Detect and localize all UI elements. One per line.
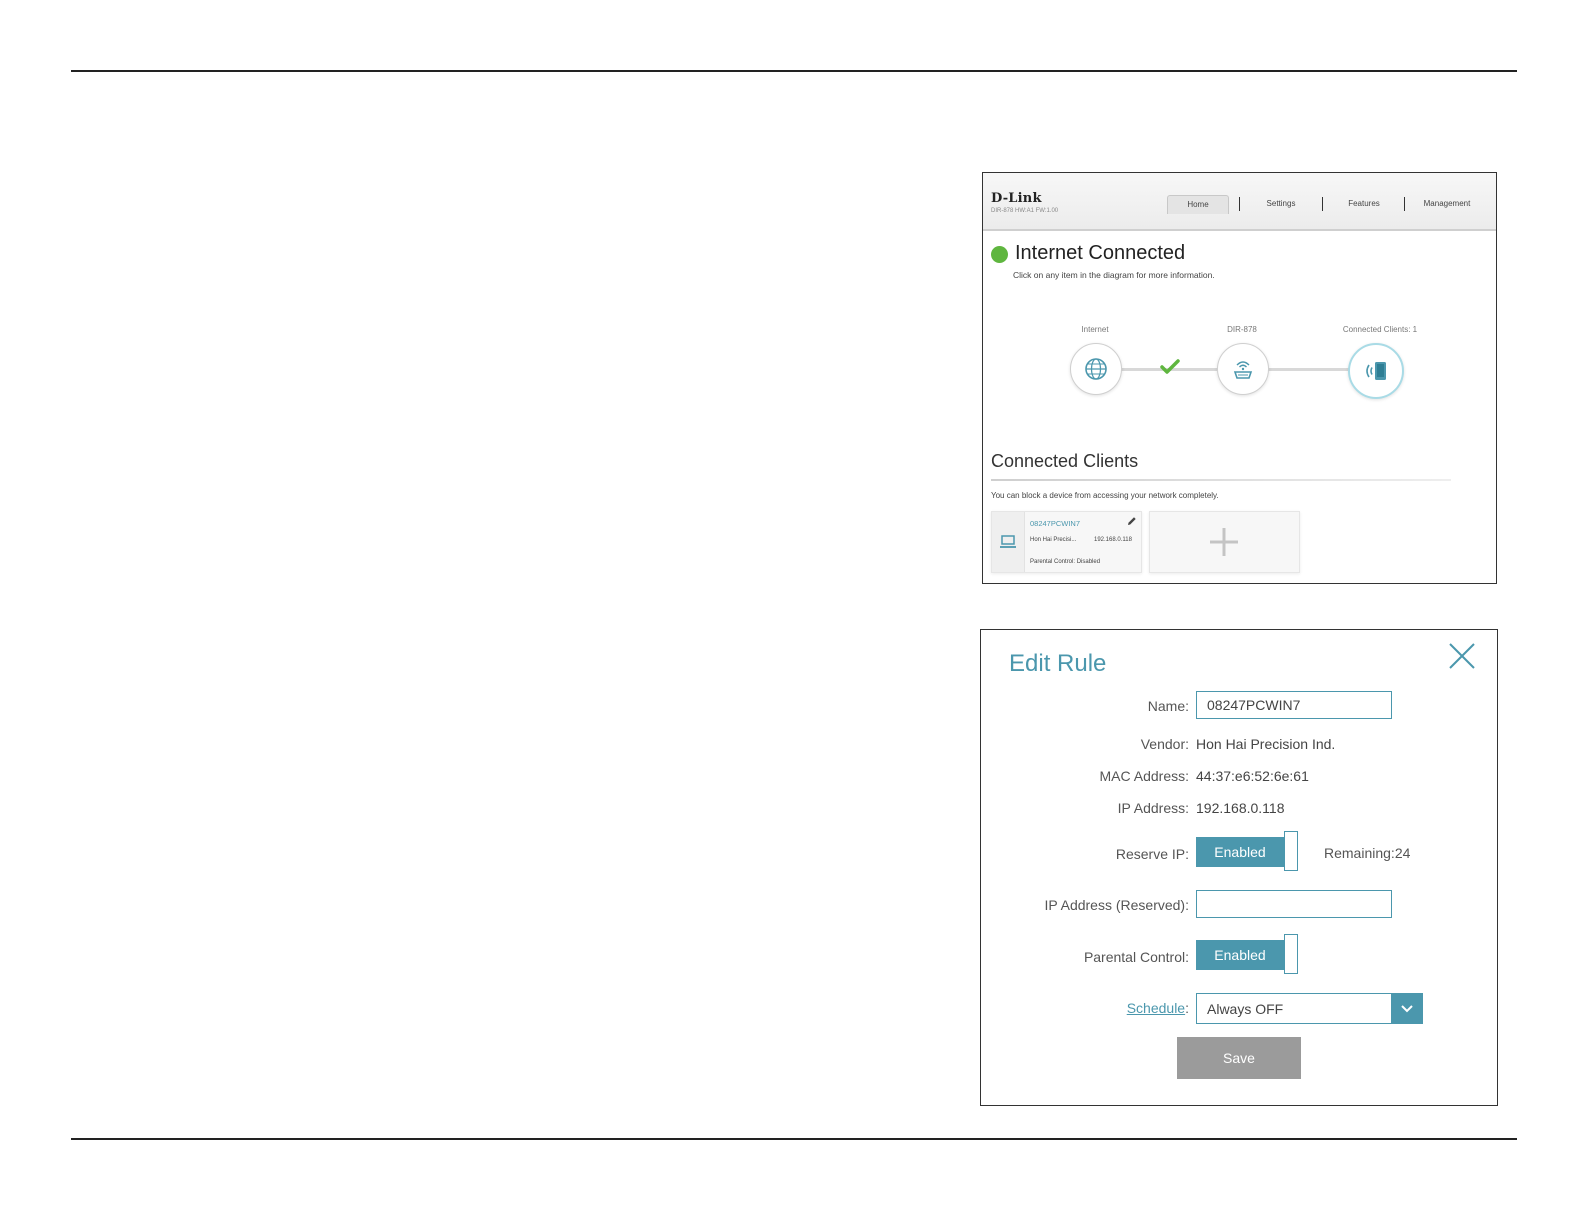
name-field[interactable]	[1196, 691, 1392, 719]
remaining-count: Remaining:24	[1324, 845, 1411, 861]
schedule-colon: :	[1185, 1000, 1189, 1016]
client-name: 08247PCWIN7	[1030, 519, 1081, 528]
router-icon	[1233, 361, 1253, 379]
tab-separator	[1239, 197, 1240, 211]
status-title: Internet Connected	[1015, 242, 1186, 264]
save-button[interactable]: Save	[1177, 1037, 1301, 1079]
status-subtitle: Click on any item in the diagram for mor…	[1013, 270, 1215, 280]
check-icon	[1160, 359, 1180, 374]
tab-management[interactable]: Management	[1416, 195, 1478, 213]
client-parental-status: Parental Control: Disabled	[1030, 559, 1101, 565]
schedule-link[interactable]: Schedule	[1127, 1000, 1185, 1016]
dialog-title: Edit Rule	[1009, 650, 1107, 677]
internet-node[interactable]	[1070, 343, 1122, 395]
vendor-value: Hon Hai Precision Ind.	[1196, 736, 1336, 752]
tab-features[interactable]: Features	[1337, 195, 1391, 213]
plus-icon	[1210, 528, 1238, 556]
vendor-label: Vendor:	[1140, 736, 1189, 752]
client-card[interactable]: 08247PCWIN7 Hon Hai Precisi... 192.168.0…	[991, 511, 1142, 573]
header-bar: D-Link DIR-878 HW:A1 FW:1.00 Home Settin…	[983, 173, 1496, 231]
connected-clients-node[interactable]	[1348, 343, 1404, 399]
name-label: Name:	[1147, 698, 1189, 714]
client-vendor: Hon Hai Precisi...	[1030, 537, 1077, 543]
ip-address-label: IP Address:	[1117, 800, 1189, 816]
node-label-router: DIR-878	[1227, 325, 1257, 334]
tab-separator	[1322, 197, 1323, 211]
schedule-value: Always OFF	[1207, 1001, 1284, 1017]
mac-address-value: 44:37:e6:52:6e:61	[1196, 768, 1309, 784]
connected-clients-title: Connected Clients	[991, 451, 1139, 471]
reserve-ip-state: Enabled	[1196, 837, 1284, 867]
schedule-select[interactable]: Always OFF	[1196, 993, 1423, 1024]
close-icon[interactable]	[1447, 641, 1477, 671]
top-rule	[71, 70, 1517, 72]
bottom-rule	[71, 1138, 1517, 1140]
reserve-ip-label: Reserve IP:	[1115, 846, 1189, 862]
router-node[interactable]	[1217, 343, 1269, 395]
pencil-icon[interactable]	[1127, 516, 1137, 526]
add-client-card[interactable]	[1149, 511, 1300, 573]
ip-reserved-field[interactable]	[1196, 890, 1392, 918]
parental-control-label: Parental Control:	[1083, 949, 1189, 965]
client-ip: 192.168.0.118	[1094, 537, 1132, 543]
connection-line	[1267, 368, 1352, 371]
schedule-dropdown-button[interactable]	[1391, 993, 1423, 1024]
ip-reserved-label: IP Address (Reserved):	[1044, 897, 1189, 913]
parental-control-state: Enabled	[1196, 940, 1284, 970]
laptop-icon	[1000, 535, 1016, 548]
chevron-down-icon	[1401, 1004, 1413, 1012]
reserve-ip-toggle[interactable]: Enabled	[1196, 831, 1300, 871]
tab-separator	[1404, 197, 1405, 211]
toggle-knob	[1284, 934, 1298, 974]
mac-address-label: MAC Address:	[1099, 768, 1189, 784]
node-label-internet: Internet	[1081, 325, 1109, 334]
wireless-device-icon	[1366, 362, 1386, 380]
tab-settings[interactable]: Settings	[1253, 195, 1309, 213]
ip-address-value: 192.168.0.118	[1196, 800, 1285, 816]
toggle-knob	[1284, 831, 1298, 871]
client-device-icon-area	[992, 512, 1025, 572]
divider	[991, 479, 1451, 481]
status-indicator	[991, 246, 1008, 263]
globe-icon	[1085, 358, 1107, 380]
home-screenshot: D-Link DIR-878 HW:A1 FW:1.00 Home Settin…	[982, 172, 1497, 584]
firmware-info: DIR-878 HW:A1 FW:1.00	[991, 208, 1059, 214]
connected-clients-subtitle: You can block a device from accessing yo…	[991, 491, 1219, 500]
edit-rule-dialog: Edit Rule Name: Vendor: Hon Hai Precisio…	[980, 629, 1498, 1106]
parental-control-toggle[interactable]: Enabled	[1196, 934, 1300, 974]
tab-home[interactable]: Home	[1167, 195, 1229, 214]
schedule-label-row: Schedule:	[1127, 1000, 1189, 1016]
node-label-clients: Connected Clients: 1	[1342, 325, 1418, 334]
brand-logo: D-Link	[991, 191, 1042, 206]
